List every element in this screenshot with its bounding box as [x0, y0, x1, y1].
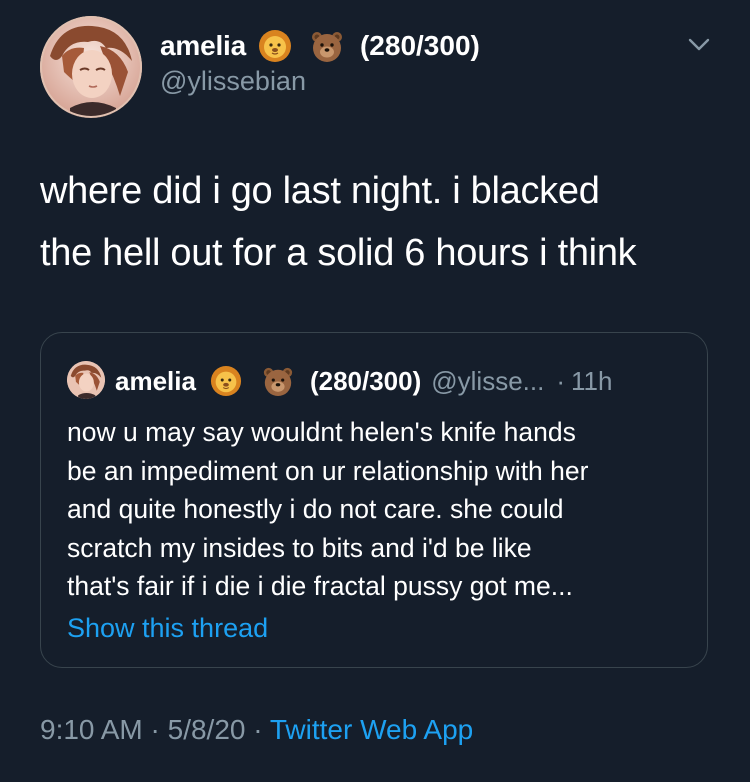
author-name-suffix: (280/300) — [359, 30, 480, 61]
lion-face-icon — [210, 365, 242, 397]
lion-face-icon — [258, 29, 292, 63]
quoted-avatar[interactable] — [67, 361, 105, 399]
bear-face-icon — [310, 29, 344, 63]
tweet-text-line: the hell out for a solid 6 hours i think — [40, 232, 637, 274]
meta-separator: · — [253, 714, 263, 745]
author-handle[interactable]: @ylissebian — [160, 66, 306, 97]
quoted-text-line: that's fair if i die i die fractal pussy… — [67, 571, 573, 601]
quoted-display-name[interactable]: amelia — [115, 366, 196, 397]
quoted-name-suffix: (280/300) — [309, 365, 422, 396]
quoted-separator: · — [556, 365, 566, 396]
quoted-text-line: and quite honestly i do not care. she co… — [67, 494, 564, 524]
quoted-timestamp[interactable]: 11h — [571, 366, 612, 397]
chevron-down-icon[interactable] — [680, 30, 718, 60]
quoted-text-line: now u may say wouldnt helen's knife hand… — [67, 417, 576, 447]
bear-face-icon — [262, 365, 294, 397]
quoted-tweet-card[interactable]: amelia (280/300) @ylisse... · 11h now u … — [40, 332, 708, 668]
quoted-handle[interactable]: @ylisse... — [431, 366, 544, 397]
author-name-row[interactable]: amelia (280/300) — [160, 26, 480, 66]
tweet-text: where did i go last night. i blacked the… — [40, 160, 720, 284]
quoted-text-line: scratch my insides to bits and i'd be li… — [67, 532, 532, 563]
tweet-date[interactable]: 5/8/20 — [168, 714, 246, 745]
quoted-text: now u may say wouldnt helen's knife hand… — [67, 413, 687, 606]
meta-separator: · — [150, 714, 160, 745]
source-app-link[interactable]: Twitter Web App — [270, 714, 473, 745]
tweet: amelia (280/300) @ylissebian where did i… — [0, 0, 750, 782]
quoted-header: amelia (280/300) @ylisse... · 11h — [115, 361, 612, 401]
author-display-name[interactable]: amelia — [160, 30, 246, 62]
avatar[interactable] — [40, 16, 142, 118]
tweet-meta: 9:10 AM · 5/8/20 · Twitter Web App — [40, 714, 473, 746]
show-thread-link[interactable]: Show this thread — [67, 613, 268, 644]
tweet-time[interactable]: 9:10 AM — [40, 714, 143, 745]
quoted-text-line: be an impediment on ur relationship with… — [67, 455, 589, 486]
tweet-text-line: where did i go last night. i blacked — [40, 170, 600, 212]
